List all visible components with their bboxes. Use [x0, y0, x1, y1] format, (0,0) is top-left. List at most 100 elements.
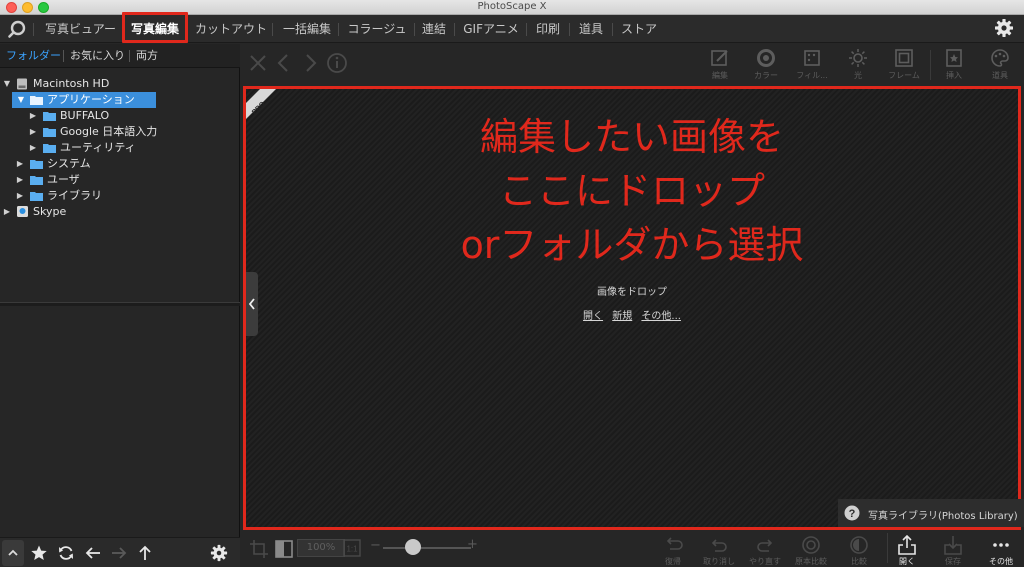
zoom-in-icon[interactable]: + — [467, 537, 478, 552]
more-label: その他 — [989, 557, 1013, 566]
new-link[interactable]: 新規 — [612, 311, 632, 322]
expand-right-icon[interactable]: ▶ — [2, 204, 12, 220]
zoom-out-icon[interactable]: − — [370, 538, 381, 553]
tree-item-label: ライブラリ — [47, 189, 102, 202]
drop-actions: 開く 新規 その他... — [246, 307, 1018, 322]
insert-icon — [946, 49, 962, 67]
nav-separator — [33, 23, 34, 36]
instruction-line: 編集したい画像を — [479, 115, 784, 159]
tab-tools[interactable]: 道具 — [578, 15, 604, 43]
next-icon[interactable] — [299, 52, 321, 74]
tab-favorites[interactable]: お気に入り — [70, 44, 125, 68]
nav-separator — [526, 23, 527, 36]
active-tab-highlight — [122, 12, 188, 43]
photos-library-label: 写真ライブラリ(Photos Library) — [868, 511, 1018, 522]
tool-insert[interactable]: 挿入 — [932, 44, 976, 86]
up-arrow-icon[interactable] — [136, 544, 154, 562]
tree-item-google-ime[interactable]: ▶ Google 日本語入力 — [0, 124, 240, 140]
open-share-icon[interactable] — [897, 535, 917, 555]
tool-label: フィル... — [796, 71, 828, 80]
split-view-icon[interactable] — [274, 539, 294, 559]
crop-icon[interactable] — [249, 539, 269, 559]
folder-icon — [30, 176, 43, 185]
expand-right-icon[interactable]: ▶ — [15, 172, 25, 188]
tab-combine[interactable]: 連結 — [421, 15, 447, 43]
tree-item-library[interactable]: ▶ ライブラリ — [0, 188, 240, 204]
info-icon[interactable] — [326, 52, 348, 74]
more-dots-icon[interactable] — [991, 535, 1011, 555]
tab-gif-animator[interactable]: GIFアニメ — [463, 15, 519, 43]
tool-label: 道具 — [992, 71, 1008, 80]
tab-batch-editor[interactable]: 一括編集 — [282, 15, 332, 43]
zoom-level[interactable]: 100% — [297, 539, 345, 557]
image-drop-area[interactable]: PRO 編集したい画像を ここにドロップ orフォルダから選択 画像をドロップ … — [243, 86, 1024, 530]
settings-gear-icon[interactable] — [994, 18, 1014, 38]
tree-item-label: ユーザ — [47, 173, 80, 186]
save-icon[interactable] — [943, 535, 963, 555]
tab-photo-viewer[interactable]: 写真ビュアー — [45, 15, 116, 43]
expand-right-icon[interactable]: ▶ — [28, 124, 38, 140]
star-icon[interactable] — [30, 544, 48, 562]
compare-original-icon[interactable] — [801, 535, 821, 555]
compare-icon[interactable] — [849, 535, 869, 555]
tree-item-label: アプリケーション — [47, 93, 135, 106]
tab-print[interactable]: 印刷 — [535, 15, 561, 43]
expand-right-icon[interactable]: ▶ — [28, 140, 38, 156]
close-icon[interactable] — [247, 52, 269, 74]
tree-item-utilities[interactable]: ▶ ユーティリティ — [0, 140, 240, 156]
expand-down-icon[interactable]: ▼ — [16, 92, 26, 108]
tree-item-label: Skype — [33, 205, 67, 218]
tree-item-applications[interactable]: ▼ アプリケーション — [0, 92, 240, 108]
undo-icon[interactable] — [709, 535, 729, 555]
previous-icon[interactable] — [273, 52, 295, 74]
tool-tools[interactable]: 道具 — [978, 44, 1022, 86]
photoscape-logo-icon[interactable] — [7, 19, 27, 39]
zoom-slider-knob[interactable] — [405, 539, 421, 555]
open-link[interactable]: 開く — [583, 311, 603, 322]
tab-collage[interactable]: コラージュ — [346, 15, 408, 43]
expand-right-icon[interactable]: ▶ — [28, 108, 38, 124]
expand-right-icon[interactable]: ▶ — [15, 188, 25, 204]
redo-label: やり直す — [749, 557, 781, 566]
panel-settings-gear-icon[interactable] — [210, 544, 228, 562]
redo-icon[interactable] — [755, 535, 775, 555]
panel-split-handle[interactable] — [0, 302, 240, 306]
expand-right-icon[interactable]: ▶ — [15, 156, 25, 172]
folder-panel: フォルダー お気に入り 両方 ▼ Macintosh HD ▼ アプリケーション… — [0, 44, 240, 567]
photos-library-button[interactable]: ? 写真ライブラリ(Photos Library) — [838, 499, 1024, 527]
save-label: 保存 — [945, 557, 961, 566]
tool-label: 挿入 — [946, 71, 962, 80]
tool-edit[interactable]: 編集 — [698, 44, 742, 86]
actual-size-icon[interactable]: 1:1 — [343, 539, 361, 557]
tree-item-label: BUFFALO — [60, 109, 110, 122]
back-arrow-icon[interactable] — [84, 544, 102, 562]
tool-frame[interactable]: フレーム — [882, 44, 926, 86]
external-drive-icon — [17, 206, 28, 217]
tab-folders[interactable]: フォルダー — [6, 44, 61, 68]
tab-both[interactable]: 両方 — [136, 44, 158, 68]
nav-separator — [569, 23, 570, 36]
tree-item-users[interactable]: ▶ ユーザ — [0, 172, 240, 188]
nav-separator — [338, 23, 339, 36]
tab-cutout[interactable]: カットアウト — [195, 15, 267, 43]
panel-toggle-handle[interactable] — [246, 272, 258, 336]
tree-item-system[interactable]: ▶ システム — [0, 156, 240, 172]
tool-color[interactable]: カラー — [744, 44, 788, 86]
revert-icon[interactable] — [663, 535, 683, 555]
zoom-slider-track[interactable] — [383, 547, 471, 549]
tree-item-skype[interactable]: ▶ Skype — [0, 204, 240, 220]
palette-icon — [991, 49, 1009, 67]
more-link[interactable]: その他... — [641, 311, 681, 322]
tab-store[interactable]: ストア — [621, 15, 657, 43]
tool-light[interactable]: 光 — [836, 44, 880, 86]
expand-down-icon[interactable]: ▼ — [2, 76, 12, 92]
tool-filter[interactable]: フィル... — [790, 44, 834, 86]
nav-separator — [272, 23, 273, 36]
tree-item-buffalo[interactable]: ▶ BUFFALO — [0, 108, 240, 124]
folder-icon — [30, 192, 43, 201]
collapse-panel-button[interactable] — [2, 540, 24, 566]
compare-original-label: 原本比較 — [795, 557, 827, 566]
refresh-icon[interactable] — [57, 544, 75, 562]
tree-item-macintosh-hd[interactable]: ▼ Macintosh HD — [0, 76, 240, 92]
forward-arrow-icon[interactable] — [110, 544, 128, 562]
